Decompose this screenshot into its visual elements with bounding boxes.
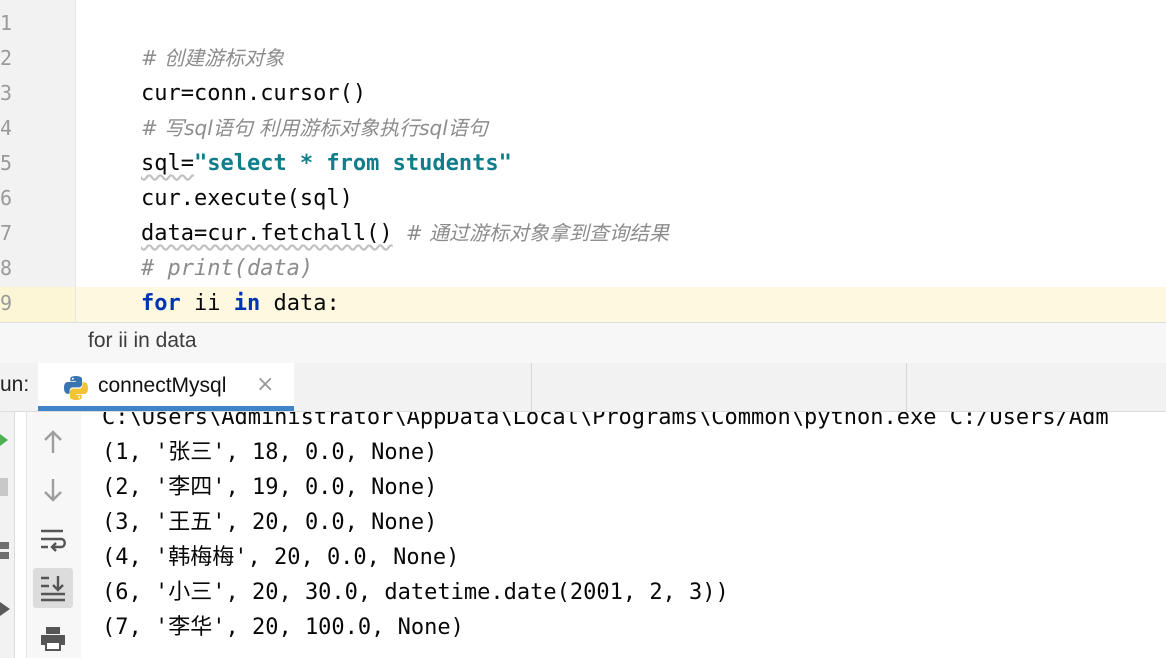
console-line: (7, '李华', 20, 100.0, None) bbox=[102, 615, 464, 640]
line-number: 7 bbox=[0, 221, 13, 245]
arrow-up-icon[interactable] bbox=[33, 422, 73, 462]
code-line[interactable]: # print(data) bbox=[88, 216, 313, 281]
line-number: 8 bbox=[0, 256, 13, 280]
run-panel-label: un: bbox=[0, 373, 30, 396]
console-output[interactable]: C:\Users\Administrator\AppData\Local\Pro… bbox=[81, 412, 1166, 658]
layout-icon[interactable] bbox=[0, 540, 10, 566]
code-line[interactable]: data=cur.fetchall() # 通过游标对象拿到查询结果 bbox=[88, 181, 669, 246]
console-line: (6, '小三', 20, 30.0, datetime.date(2001, … bbox=[102, 580, 729, 605]
run-tab-connectmysql[interactable]: connectMysql × bbox=[38, 363, 294, 411]
breadcrumb[interactable]: for ii in data bbox=[0, 322, 1166, 364]
line-number: 1 bbox=[0, 11, 13, 35]
code-line[interactable]: for ii in data: bbox=[88, 251, 340, 316]
console-line: C:\Users\Administrator\AppData\Local\Pro… bbox=[102, 412, 1109, 430]
console-toolbar bbox=[26, 412, 82, 658]
code-line[interactable]: cur.execute(sql) bbox=[88, 146, 353, 211]
stop-icon[interactable] bbox=[0, 478, 8, 500]
soft-wrap-icon[interactable] bbox=[33, 520, 73, 560]
run-controls-strip bbox=[0, 412, 15, 658]
code-line[interactable]: cur=conn.cursor() bbox=[88, 41, 366, 106]
console-line: (1, '张三', 18, 0.0, None) bbox=[102, 440, 438, 465]
print-icon[interactable] bbox=[33, 618, 73, 658]
code-line[interactable]: sql="select * from students" bbox=[88, 111, 512, 176]
rerun-icon[interactable] bbox=[0, 432, 10, 451]
run-tab-label: connectMysql bbox=[98, 374, 227, 397]
code-line[interactable]: # 创建游标对象 bbox=[88, 6, 284, 70]
python-icon bbox=[62, 374, 90, 406]
line-number: 6 bbox=[0, 186, 13, 210]
breadcrumb-item[interactable]: for ii in data bbox=[88, 329, 197, 353]
scroll-to-end-icon[interactable] bbox=[33, 568, 73, 608]
close-icon[interactable]: × bbox=[256, 372, 274, 397]
run-panel-header: un: connectMysql × bbox=[0, 363, 1166, 412]
console-line: (3, '王五', 20, 0.0, None) bbox=[102, 510, 438, 535]
debug-icon[interactable] bbox=[0, 598, 12, 624]
line-number: 3 bbox=[0, 81, 13, 105]
code-editor[interactable]: 1 2 3 4 5 6 7 8 9 # 创建游标对象 cur=conn.curs… bbox=[0, 0, 1166, 351]
console-line: (2, '李四', 19, 0.0, None) bbox=[102, 475, 438, 500]
line-number: 2 bbox=[0, 46, 13, 70]
active-tab-underline bbox=[38, 406, 294, 411]
code-line[interactable]: # 写sql语句 利用游标对象执行sql语句 bbox=[88, 76, 488, 140]
tab-separator bbox=[906, 363, 907, 411]
console-line: (4, '韩梅梅', 20, 0.0, None) bbox=[102, 545, 460, 570]
tab-separator bbox=[531, 363, 532, 411]
line-number: 5 bbox=[0, 151, 13, 175]
line-number: 9 bbox=[0, 291, 13, 315]
line-number: 4 bbox=[0, 116, 13, 140]
arrow-down-icon[interactable] bbox=[33, 470, 73, 510]
code-comment: # 通过游标对象拿到查询结果 bbox=[405, 221, 670, 245]
code-line-current[interactable]: print(ii) bbox=[88, 286, 314, 351]
